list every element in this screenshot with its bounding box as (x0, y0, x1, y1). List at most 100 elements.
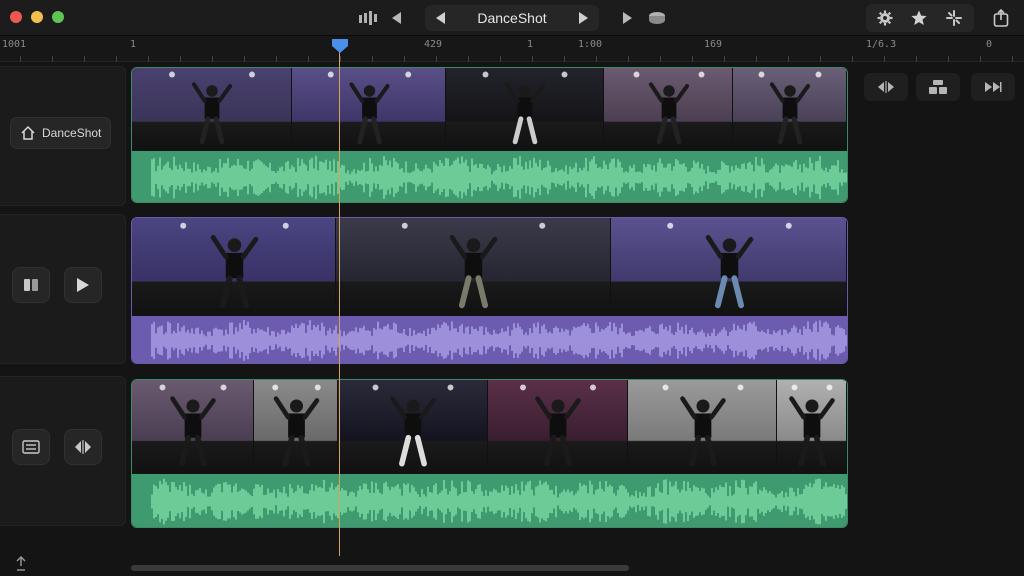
bars-icon[interactable] (356, 6, 380, 30)
stack-tool-button[interactable] (916, 73, 960, 101)
audio-waveform-track-3[interactable] (132, 474, 847, 527)
gear-icon[interactable] (874, 6, 896, 30)
audio-waveform-track-2[interactable] (132, 316, 847, 363)
ruler-tick (244, 56, 245, 62)
video-thumbnail[interactable] (733, 68, 847, 150)
ruler-tick (756, 56, 757, 62)
video-thumbnail[interactable] (132, 380, 254, 473)
video-thumbnail[interactable] (132, 68, 292, 150)
ruler-tick (84, 56, 85, 62)
ruler-tick (948, 56, 949, 62)
ruler-tick (212, 56, 213, 62)
ruler-tick (820, 56, 821, 62)
ruler-label: 1/6.3 (866, 39, 897, 50)
split-icon (878, 81, 894, 93)
video-thumbnail[interactable] (627, 380, 778, 473)
home-icon (21, 125, 35, 140)
chevron-left-icon[interactable] (388, 6, 406, 30)
next-clip-icon[interactable] (574, 6, 592, 30)
close-window-button[interactable] (10, 11, 22, 23)
play-button[interactable] (64, 267, 102, 303)
video-thumbnail[interactable] (603, 68, 734, 150)
project-button[interactable]: DanceShot (10, 117, 112, 149)
ruler-label: 1 (527, 39, 534, 50)
video-thumbnail[interactable] (488, 380, 628, 473)
ruler-tick (436, 56, 437, 62)
video-clip-track-2[interactable] (131, 217, 848, 364)
video-thumbnail[interactable] (291, 68, 447, 150)
ruler-label: 169 (704, 39, 723, 50)
ruler-tick (884, 56, 885, 62)
video-thumbnail[interactable] (777, 380, 847, 473)
ruler-label: 0 (986, 39, 993, 50)
ruler-tick (404, 56, 405, 62)
timeline-ruler[interactable]: 1001 1 429 1 1:00 169 1/6.3 0 (0, 36, 1024, 62)
ruler-tick (1012, 56, 1013, 62)
ruler-tick (180, 56, 181, 62)
ruler-tick (148, 56, 149, 62)
video-thumbnail[interactable] (253, 380, 339, 473)
ruler-tick (116, 56, 117, 62)
ruler-tick (52, 56, 53, 62)
share-icon[interactable] (990, 6, 1012, 30)
ruler-tick (564, 56, 565, 62)
minimize-window-button[interactable] (31, 11, 43, 23)
project-button-label: DanceShot (42, 126, 102, 140)
filmstrip-icon (22, 440, 40, 454)
ruler-tick (308, 56, 309, 62)
ruler-tick (980, 56, 981, 62)
play-icon (77, 278, 89, 292)
ruler-tick (724, 56, 725, 62)
playhead-handle[interactable] (331, 38, 349, 54)
split-tool-button[interactable] (864, 73, 908, 101)
skip-forward-icon (985, 82, 1002, 92)
waveform-path (151, 155, 847, 200)
video-thumbnail[interactable] (610, 218, 847, 315)
playhead-line[interactable] (339, 46, 340, 556)
ruler-tick (500, 56, 501, 62)
video-clip-track-3[interactable] (131, 379, 848, 528)
ruler-label: 1:00 (578, 39, 603, 50)
video-thumbnail[interactable] (446, 68, 604, 150)
video-thumbnail[interactable] (336, 218, 611, 315)
window-title: DanceShot (477, 10, 547, 26)
video-thumbnail[interactable] (338, 380, 488, 473)
ruler-tick (596, 56, 597, 62)
ruler-tick (852, 56, 853, 62)
stack-icon (929, 80, 947, 94)
video-clip-track-1[interactable] (131, 67, 848, 203)
star-icon[interactable] (908, 6, 930, 30)
audio-waveform-track-1[interactable] (132, 151, 847, 202)
ruler-tick (20, 56, 21, 62)
waveform-path (151, 478, 847, 525)
track-header-3 (0, 376, 126, 526)
ruler-tick (372, 56, 373, 62)
video-thumbnail[interactable] (132, 218, 337, 315)
ruler-label: 429 (424, 39, 443, 50)
ruler-tick (468, 56, 469, 62)
chevron-right-icon[interactable] (618, 6, 636, 30)
filmstrip-button[interactable] (12, 429, 50, 465)
audio-split-icon (75, 440, 91, 454)
ruler-tick (628, 56, 629, 62)
track-header-2 (0, 214, 126, 364)
pin-icon[interactable] (14, 556, 28, 576)
ruler-tick (692, 56, 693, 62)
skip-forward-tool-button[interactable] (971, 73, 1015, 101)
ruler-tick (660, 56, 661, 62)
ruler-tick (340, 56, 341, 62)
previous-clip-icon[interactable] (432, 6, 450, 30)
ruler-tick (276, 56, 277, 62)
ruler-tick (788, 56, 789, 62)
audio-split-button[interactable] (64, 429, 102, 465)
waveform-path (151, 320, 847, 361)
sparkle-icon[interactable] (943, 6, 965, 30)
disc-icon[interactable] (646, 6, 668, 30)
library-icon (24, 279, 38, 291)
ruler-label: 1001 (2, 39, 27, 50)
library-button[interactable] (12, 267, 50, 303)
horizontal-scrollbar[interactable] (131, 565, 629, 571)
ruler-tick (532, 56, 533, 62)
ruler-label: 1 (130, 39, 137, 50)
zoom-window-button[interactable] (52, 11, 64, 23)
